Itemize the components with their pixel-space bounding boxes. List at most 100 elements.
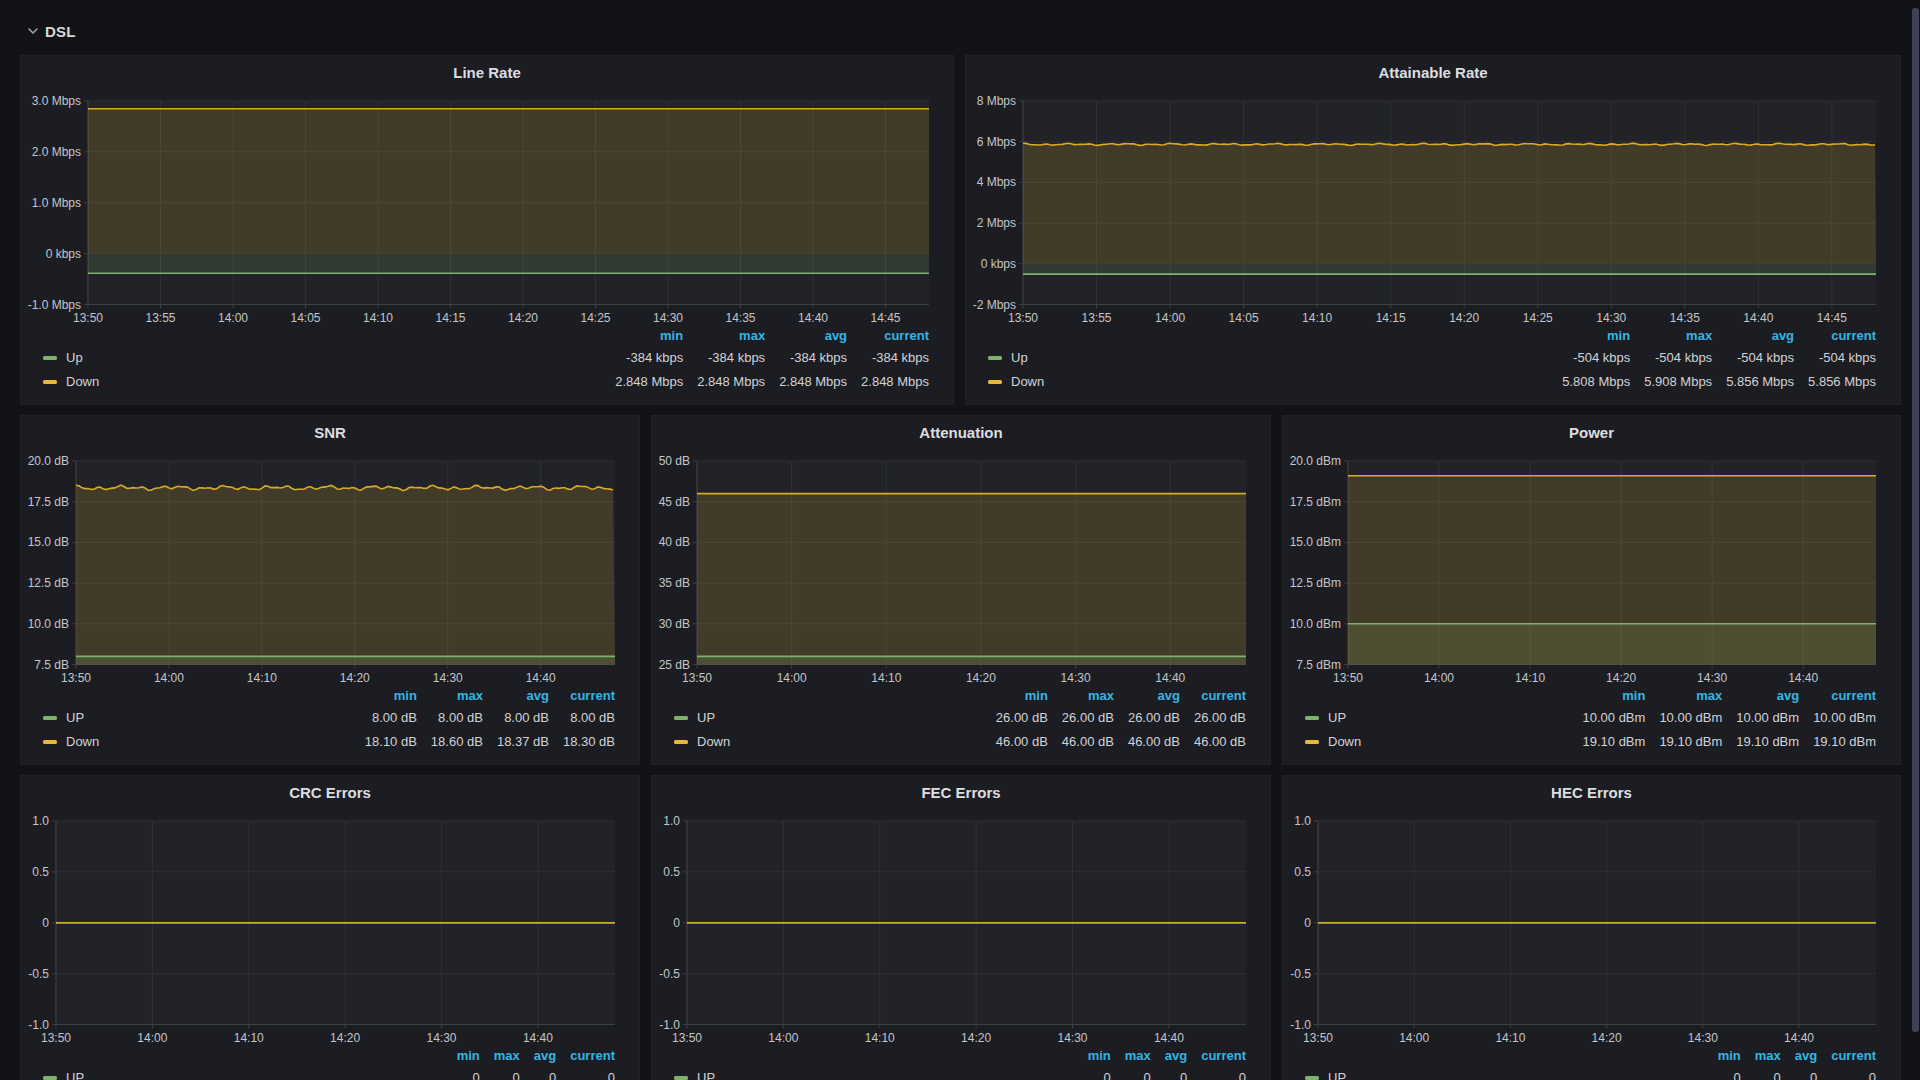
legend-value-min: -504 kbps	[1548, 346, 1630, 370]
legend-header-current[interactable]: current	[1799, 687, 1876, 706]
legend-header-current[interactable]: current	[1180, 687, 1246, 706]
legend-series-label[interactable]: Up	[1011, 350, 1028, 365]
panel-crc-errors: CRC Errors1.00.50-0.5-1.013:5014:0014:10…	[20, 775, 640, 1080]
legend-snr: minmaxavgcurrentUP8.00 dB8.00 dB8.00 dB8…	[41, 687, 615, 754]
legend-header-current[interactable]: current	[1817, 1047, 1876, 1066]
legend-header-max[interactable]: max	[683, 327, 765, 346]
legend-header-avg[interactable]: avg	[1781, 1047, 1817, 1066]
legend-value-current: 19.10 dBm	[1799, 730, 1876, 754]
legend-header-current[interactable]: current	[1794, 327, 1876, 346]
y-tick-label: -1.0 Mbps	[28, 298, 81, 312]
legend-header-avg[interactable]: avg	[765, 327, 847, 346]
chart-canvas-crc-errors: 1.00.50-0.5-1.013:5014:0014:1014:2014:30…	[21, 776, 641, 1056]
legend-series-label[interactable]: Down	[66, 374, 99, 389]
y-tick-label: 7.5 dBm	[1296, 658, 1341, 672]
series-color-swatch	[988, 356, 1002, 360]
legend-header-max[interactable]: max	[1741, 1047, 1781, 1066]
legend-series-label[interactable]: UP	[697, 710, 715, 725]
y-tick-label: 0	[1304, 916, 1311, 930]
legend-header-min[interactable]: min	[1548, 327, 1630, 346]
legend-series-label[interactable]: Down	[1328, 734, 1361, 749]
legend-header-min[interactable]: min	[1074, 1047, 1111, 1066]
legend-header-max[interactable]: max	[417, 687, 483, 706]
legend-power: minmaxavgcurrentUP10.00 dBm10.00 dBm10.0…	[1303, 687, 1876, 754]
legend-header-min[interactable]: min	[601, 327, 683, 346]
legend-header-min[interactable]: min	[1704, 1047, 1741, 1066]
legend-row-down: Down46.00 dB46.00 dB46.00 dB46.00 dB	[672, 730, 1246, 754]
y-tick-label: -0.5	[28, 967, 49, 981]
y-tick-label: 0	[42, 916, 49, 930]
legend-header-avg[interactable]: avg	[1722, 687, 1799, 706]
legend-series-label[interactable]: Down	[66, 734, 99, 749]
x-tick-label: 14:05	[1229, 311, 1259, 325]
legend-value-max: 19.10 dBm	[1645, 730, 1722, 754]
legend-row-up: Up-504 kbps-504 kbps-504 kbps-504 kbps	[986, 346, 1876, 370]
y-tick-label: -1.0	[28, 1018, 49, 1032]
x-tick-label: 14:00	[1155, 311, 1185, 325]
legend-header-avg[interactable]: avg	[520, 1047, 556, 1066]
legend-value-min: 19.10 dBm	[1569, 730, 1646, 754]
legend-header-current[interactable]: current	[556, 1047, 615, 1066]
panel-power: Power20.0 dBm17.5 dBm15.0 dBm12.5 dBm10.…	[1282, 415, 1901, 765]
legend-series-label[interactable]: UP	[66, 710, 84, 725]
legend-header-max[interactable]: max	[1630, 327, 1712, 346]
legend-series-label[interactable]: UP	[66, 1070, 84, 1080]
chart-canvas-attainable-rate: 8 Mbps6 Mbps4 Mbps2 Mbps0 kbps-2 Mbps13:…	[966, 56, 1902, 336]
legend-header-avg[interactable]: avg	[1151, 1047, 1187, 1066]
legend-header-min[interactable]: min	[982, 687, 1048, 706]
legend-header-current[interactable]: current	[1187, 1047, 1246, 1066]
series-color-swatch	[43, 380, 57, 384]
x-tick-label: 14:00	[154, 671, 184, 685]
legend-value-min: 5.808 Mbps	[1548, 370, 1630, 394]
legend-header-avg[interactable]: avg	[1712, 327, 1794, 346]
legend-value-max: 8.00 dB	[417, 706, 483, 730]
y-tick-label: 0 kbps	[46, 247, 81, 261]
legend-header-avg[interactable]: avg	[483, 687, 549, 706]
legend-value-current: 0	[556, 1066, 615, 1080]
legend-series-label[interactable]: Down	[697, 734, 730, 749]
y-tick-label: -0.5	[1290, 967, 1311, 981]
x-tick-label: 14:40	[526, 671, 556, 685]
legend-header-current[interactable]: current	[847, 327, 929, 346]
scrollbar-thumb[interactable]	[1912, 8, 1919, 1032]
panel-attenuation: Attenuation50 dB45 dB40 dB35 dB30 dB25 d…	[651, 415, 1271, 765]
legend-value-min: 8.00 dB	[351, 706, 417, 730]
legend-value-min: 26.00 dB	[982, 706, 1048, 730]
legend-series-label[interactable]: UP	[1328, 1070, 1346, 1080]
row-header-dsl[interactable]: DSL	[26, 18, 76, 44]
legend-crc-errors: minmaxavgcurrentUP0000Down0000	[41, 1047, 615, 1080]
x-tick-label: 14:30	[653, 311, 683, 325]
legend-header-min[interactable]: min	[443, 1047, 480, 1066]
x-tick-label: 14:40	[798, 311, 828, 325]
legend-header-min[interactable]: min	[351, 687, 417, 706]
legend-series-label[interactable]: Up	[66, 350, 83, 365]
legend-header-min[interactable]: min	[1569, 687, 1646, 706]
y-tick-label: 7.5 dB	[34, 658, 69, 672]
series-color-swatch	[674, 716, 688, 720]
x-tick-label: 14:20	[966, 671, 996, 685]
series-color-swatch	[1305, 1076, 1319, 1080]
y-tick-label: 10.0 dB	[28, 617, 69, 631]
legend-value-max: 0	[1111, 1066, 1151, 1080]
y-tick-label: 15.0 dBm	[1290, 535, 1341, 549]
legend-header-avg[interactable]: avg	[1114, 687, 1180, 706]
series-color-swatch	[674, 1076, 688, 1080]
series-color-swatch	[43, 356, 57, 360]
y-tick-label: 12.5 dB	[28, 576, 69, 590]
legend-value-min: 0	[443, 1066, 480, 1080]
legend-header-max[interactable]: max	[1111, 1047, 1151, 1066]
x-tick-label: 14:10	[1495, 1031, 1525, 1045]
y-tick-label: -1.0	[1290, 1018, 1311, 1032]
legend-row-down: Down2.848 Mbps2.848 Mbps2.848 Mbps2.848 …	[41, 370, 929, 394]
x-tick-label: 13:50	[73, 311, 103, 325]
legend-series-label[interactable]: Down	[1011, 374, 1044, 389]
legend-series-label[interactable]: UP	[697, 1070, 715, 1080]
y-tick-label: 1.0	[1294, 814, 1311, 828]
y-tick-label: 17.5 dBm	[1290, 495, 1341, 509]
legend-value-current: 18.30 dB	[549, 730, 615, 754]
legend-header-max[interactable]: max	[480, 1047, 520, 1066]
legend-header-max[interactable]: max	[1048, 687, 1114, 706]
legend-header-max[interactable]: max	[1645, 687, 1722, 706]
legend-header-current[interactable]: current	[549, 687, 615, 706]
legend-series-label[interactable]: UP	[1328, 710, 1346, 725]
